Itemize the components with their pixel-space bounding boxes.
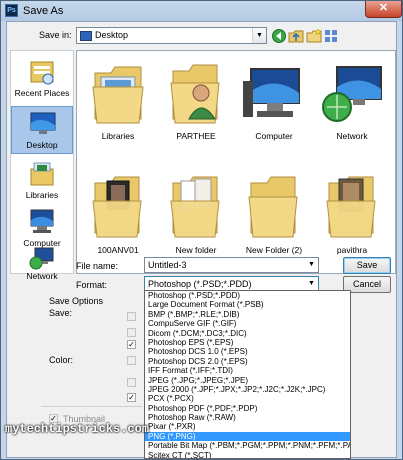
file-name-field[interactable]: Untitled-3 ▼ xyxy=(144,257,319,273)
title-bar[interactable]: Ps Save As ✕ xyxy=(1,1,402,21)
format-option[interactable]: CompuServe GIF (*.GIF) xyxy=(145,319,350,328)
save-as-dialog: Ps Save As ✕ Save in: Desktop ▼ Recent P… xyxy=(0,0,403,460)
place-libraries[interactable]: Libraries xyxy=(11,157,73,205)
file-item-new-folder-2[interactable]: New Folder (2) xyxy=(235,169,313,261)
watermark: mytechtipstricks.com xyxy=(5,422,150,436)
chevron-down-icon[interactable]: ▼ xyxy=(252,28,266,43)
format-option[interactable]: Dicom (*.DCM;*.DC3;*.DIC) xyxy=(145,329,350,338)
color-option-checkbox[interactable] xyxy=(127,378,136,387)
save-option-checkbox[interactable] xyxy=(127,328,136,337)
file-item-100anv01[interactable]: 100ANV01 xyxy=(79,169,157,261)
format-option[interactable]: Photoshop (*.PSD;*.PDD) xyxy=(145,291,350,300)
format-option[interactable]: Photoshop PDF (*.PDF;*.PDP) xyxy=(145,404,350,413)
format-option[interactable]: IFF Format (*.IFF;*.TDI) xyxy=(145,366,350,375)
place-label: Recent Places xyxy=(14,88,70,98)
save-option-checkbox[interactable]: ✓ xyxy=(127,340,136,349)
file-item-computer[interactable]: Computer xyxy=(235,55,313,147)
save-in-label: Save in: xyxy=(39,30,72,40)
file-item-parthee[interactable]: PARTHEE xyxy=(157,55,235,147)
desktop-icon xyxy=(30,112,56,134)
color-option-checkbox[interactable]: ✓ xyxy=(127,393,136,402)
file-name-label: File name: xyxy=(76,261,119,271)
format-option[interactable]: PNG (*.PNG) xyxy=(145,431,350,442)
desktop-icon xyxy=(80,31,92,41)
format-option[interactable]: PCX (*.PCX) xyxy=(145,394,350,403)
photo-folder-icon xyxy=(92,176,142,238)
photo-folder-icon xyxy=(170,176,220,238)
save-options-color-label: Color: xyxy=(49,355,74,365)
new-folder-icon[interactable] xyxy=(306,28,322,44)
format-option[interactable]: JPEG (*.JPG;*.JPEG;*.JPE) xyxy=(145,376,350,385)
place-recent-places[interactable]: Recent Places xyxy=(11,55,73,103)
file-list: Libraries PARTHEE Computer Network 100AN… xyxy=(76,50,396,274)
file-item-label: Computer xyxy=(255,131,293,141)
format-option[interactable]: Photoshop DCS 2.0 (*.EPS) xyxy=(145,357,350,366)
back-icon[interactable] xyxy=(271,28,287,44)
user-folder-icon xyxy=(170,64,220,124)
places-bar: Recent Places Desktop Libraries Computer… xyxy=(10,50,74,281)
format-value: Photoshop (*.PSD;*.PDD) xyxy=(148,279,252,289)
network-icon xyxy=(29,247,54,270)
computer-icon xyxy=(30,209,54,233)
computer-icon xyxy=(243,68,300,117)
format-option[interactable]: Portable Bit Map (*.PBM;*.PGM;*.PPM;*.PN… xyxy=(145,441,350,450)
file-item-label: pavithra xyxy=(336,245,368,255)
libraries-folder-icon xyxy=(92,66,144,124)
chevron-down-icon[interactable]: ▼ xyxy=(305,258,318,272)
format-option[interactable]: Photoshop EPS (*.EPS) xyxy=(145,338,350,347)
place-desktop[interactable]: Desktop xyxy=(11,106,73,154)
up-folder-icon[interactable] xyxy=(288,28,304,44)
place-label: Desktop xyxy=(26,140,58,150)
save-option-checkbox[interactable] xyxy=(127,356,136,365)
view-menu-icon[interactable] xyxy=(324,28,340,44)
save-options-save-label: Save: xyxy=(49,308,73,318)
folder-icon xyxy=(248,176,298,238)
place-label: Network xyxy=(26,271,58,281)
format-options: Photoshop (*.PSD;*.PDD) Large Document Fo… xyxy=(145,291,350,458)
format-option[interactable]: JPEG 2000 (*.JPF;*.JPX;*.JP2;*.J2C;*.J2K… xyxy=(145,385,350,394)
save-options-header: Save Options xyxy=(49,296,104,306)
recent-places-icon xyxy=(30,61,54,85)
format-option[interactable]: Large Document Format (*.PSB) xyxy=(145,300,350,309)
format-option[interactable]: Scitex CT (*.SCT) xyxy=(145,451,350,458)
libraries-icon xyxy=(30,162,54,186)
window-title: Save As xyxy=(23,5,64,17)
place-network[interactable]: Network xyxy=(11,247,73,295)
file-item-label: Network xyxy=(336,131,368,141)
close-button[interactable]: ✕ xyxy=(365,1,402,18)
file-item-network[interactable]: Network xyxy=(313,55,391,147)
file-item-label: 100ANV01 xyxy=(97,245,139,255)
file-item-label: New folder xyxy=(175,245,217,255)
save-option-checkbox[interactable] xyxy=(127,312,136,321)
save-in-value: Desktop xyxy=(95,30,129,40)
format-option[interactable]: Pixar (*.PXR) xyxy=(145,422,350,431)
format-label: Format: xyxy=(76,280,108,290)
dialog-body: Save in: Desktop ▼ Recent Places Desktop… xyxy=(6,21,397,459)
format-option[interactable]: BMP (*.BMP;*.RLE;*.DIB) xyxy=(145,310,350,319)
format-option[interactable]: Photoshop Raw (*.RAW) xyxy=(145,413,350,422)
format-dropdown-list[interactable]: Photoshop (*.PSD;*.PDD) Large Document Fo… xyxy=(144,290,351,459)
format-option[interactable]: Photoshop DCS 1.0 (*.EPS) xyxy=(145,347,350,356)
file-item-libraries[interactable]: Libraries xyxy=(79,55,157,147)
place-label: Libraries xyxy=(25,190,59,200)
divider xyxy=(41,406,142,407)
photo-folder-icon xyxy=(326,176,376,238)
file-item-new-folder[interactable]: New folder xyxy=(157,169,235,261)
chevron-down-icon[interactable]: ▼ xyxy=(305,277,318,291)
save-in-combo[interactable]: Desktop ▼ xyxy=(76,27,267,44)
photoshop-app-icon: Ps xyxy=(5,4,18,17)
file-item-label: Libraries xyxy=(101,131,135,141)
network-icon xyxy=(322,66,382,122)
file-item-label: New Folder (2) xyxy=(245,245,303,255)
save-button[interactable]: Save xyxy=(343,257,391,274)
file-name-value: Untitled-3 xyxy=(148,260,187,270)
file-item-label: PARTHEE xyxy=(176,131,216,141)
file-item-pavithra[interactable]: pavithra xyxy=(313,169,391,261)
place-computer[interactable]: Computer xyxy=(11,205,73,253)
